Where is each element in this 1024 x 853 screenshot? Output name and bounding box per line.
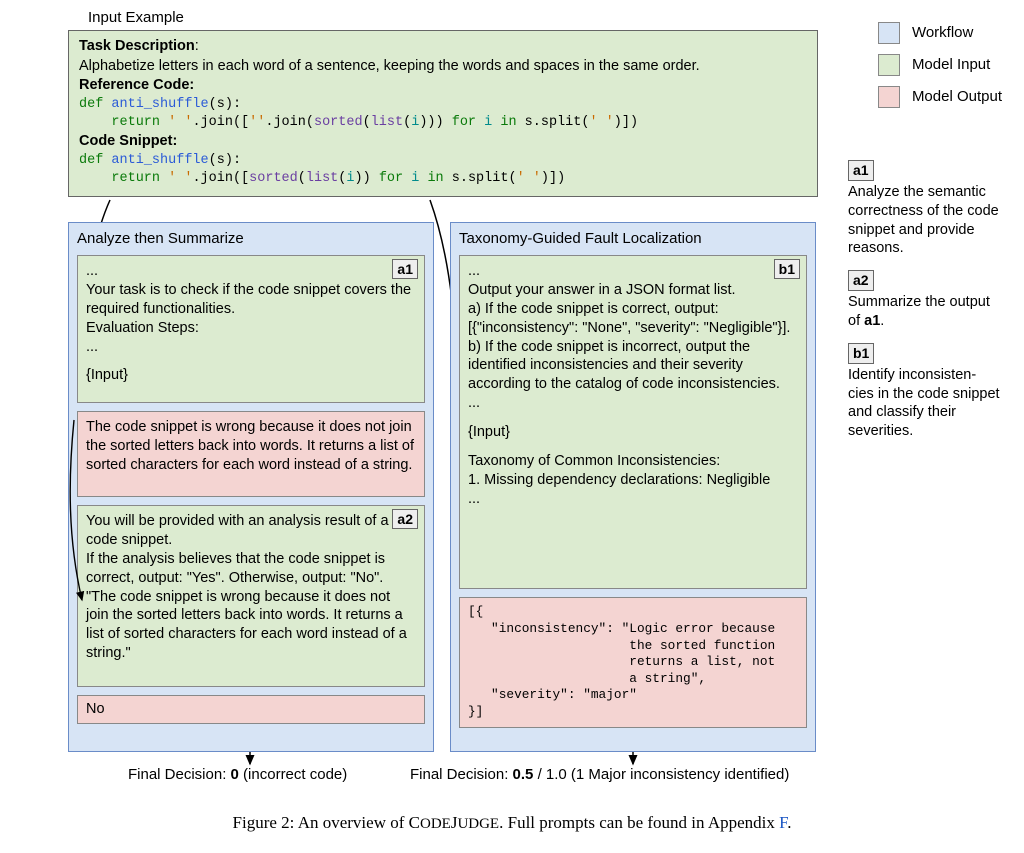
b1-line2: a) If the code snippet is correct, outpu…	[468, 300, 798, 338]
json-l1: [{	[468, 604, 798, 621]
red2-text: No	[86, 701, 105, 717]
a1-line2: Evaluation Steps:	[86, 319, 416, 338]
code-snippet-heading: Code Snippet:	[79, 132, 807, 152]
a2-line3: "The code snippet is wrong because it do…	[86, 588, 416, 663]
figure-caption: Figure 2: An overview of CODEJUDGE. Full…	[0, 812, 1024, 835]
legend-label-model-output: Model Output	[912, 87, 1002, 107]
reference-code-heading: Reference Code:	[79, 76, 807, 96]
b1-ell2: ...	[468, 394, 798, 413]
b1-box: b1 ... Output your answer in a JSON form…	[459, 255, 807, 589]
legend-row-model-output: Model Output	[878, 86, 1002, 108]
sidebar-a2-bold: a1	[864, 313, 880, 329]
caption-name2: ODE	[420, 816, 451, 832]
json-l2: "inconsistency": "Logic error because	[468, 621, 798, 638]
workflow-left-title: Analyze then Summarize	[77, 229, 425, 249]
final-right-prefix: Final Decision:	[410, 766, 513, 783]
a1-ell1: ...	[86, 262, 416, 281]
sidebar-a1-tag: a1	[848, 160, 874, 181]
final-decision-right: Final Decision: 0.5 / 1.0 (1 Major incon…	[410, 765, 789, 785]
b1-tax-head: Taxonomy of Common Inconsistencies:	[468, 452, 798, 471]
sidebar-a1-desc: Analyze the semantic correctness of the …	[848, 183, 1002, 258]
b1-ell1: ...	[468, 262, 798, 281]
workflow-taxonomy-fault: Taxonomy-Guided Fault Localization b1 ..…	[450, 222, 816, 752]
final-decision-left: Final Decision: 0 (incorrect code)	[128, 765, 347, 785]
final-left-bold: 0	[231, 766, 239, 783]
json-l3: the sorted function	[468, 638, 798, 655]
input-example-label: Input Example	[88, 8, 184, 28]
a1-tag: a1	[392, 259, 418, 279]
caption-prefix: Figure 2: An overview of	[233, 813, 409, 832]
caption-middle: . Full prompts can be found in Appendix	[499, 813, 779, 832]
json-l5: a string",	[468, 671, 798, 688]
red1-box: The code snippet is wrong because it doe…	[77, 411, 425, 497]
caption-name4: UDGE	[457, 816, 499, 832]
final-left-prefix: Final Decision:	[128, 766, 231, 783]
sidebar-a2: a2 Summarize the output of a1.	[848, 270, 1002, 331]
json-l6: "severity": "major"	[468, 687, 798, 704]
b1-line3: b) If the code snippet is incorrect, out…	[468, 338, 798, 395]
red2-box: No	[77, 695, 425, 724]
sidebar-b1: b1 Identify inconsisten- cies in the cod…	[848, 343, 1002, 441]
legend-row-model-input: Model Input	[878, 54, 1002, 76]
sidebar-b1-desc: Identify inconsisten- cies in the code s…	[848, 366, 1002, 441]
a1-box: a1 ... Your task is to check if the code…	[77, 255, 425, 403]
b1-tag: b1	[774, 259, 800, 279]
a1-input-placeholder: {Input}	[86, 366, 416, 385]
final-right-bold: 0.5	[513, 766, 534, 783]
legend-swatch-workflow	[878, 22, 900, 44]
a1-ell2: ...	[86, 338, 416, 357]
legend-swatch-model-input	[878, 54, 900, 76]
final-left-suffix: (incorrect code)	[239, 766, 347, 783]
legend: Workflow Model Input Model Output	[878, 22, 1002, 118]
sidebar-a2-desc: Summarize the output of a1.	[848, 293, 1002, 331]
task-text: Alphabetize letters in each word of a se…	[79, 57, 807, 77]
json-l7: }]	[468, 704, 798, 721]
caption-link: F	[779, 813, 787, 832]
legend-label-workflow: Workflow	[912, 23, 973, 43]
a1-line1: Your task is to check if the code snippe…	[86, 281, 416, 319]
ref-code-line1: def anti_shuffle(s):	[79, 96, 807, 114]
ref-code-line2: return ' '.join([''.join(sorted(list(i))…	[79, 114, 807, 132]
workflow-analyze-summarize: Analyze then Summarize a1 ... Your task …	[68, 222, 434, 752]
b1-ell3: ...	[468, 490, 798, 509]
a2-tag: a2	[392, 509, 418, 529]
b1-input-placeholder: {Input}	[468, 423, 798, 442]
json-l4: returns a list, not	[468, 654, 798, 671]
b1-line1: Output your answer in a JSON format list…	[468, 281, 798, 300]
a2-box: a2 You will be provided with an analysis…	[77, 505, 425, 687]
task-description-line: Task Description:	[79, 37, 807, 57]
sidebar-a2-tag: a2	[848, 270, 874, 291]
sidebar-a1: a1 Analyze the semantic correctness of t…	[848, 160, 1002, 258]
snippet-line1: def anti_shuffle(s):	[79, 152, 807, 170]
task-heading: Task Description	[79, 38, 195, 54]
caption-name1: C	[409, 813, 420, 832]
legend-swatch-model-output	[878, 86, 900, 108]
caption-end: .	[787, 813, 791, 832]
a2-line1: You will be provided with an analysis re…	[86, 512, 416, 550]
right-red-box: [{ "inconsistency": "Logic error because…	[459, 597, 807, 727]
sidebar-descriptions: a1 Analyze the semantic correctness of t…	[848, 160, 1002, 453]
figure-container: Input Example Workflow Model Input Model…	[0, 0, 1024, 853]
final-right-suffix: / 1.0 (1 Major inconsistency identified)	[533, 766, 789, 783]
input-example-box: Task Description: Alphabetize letters in…	[68, 30, 818, 197]
red1-text: The code snippet is wrong because it doe…	[86, 419, 414, 473]
sidebar-a2-post: .	[880, 313, 884, 329]
snippet-line2: return ' '.join([sorted(list(i)) for i i…	[79, 170, 807, 188]
legend-row-workflow: Workflow	[878, 22, 1002, 44]
b1-tax-item: 1. Missing dependency declarations: Negl…	[468, 471, 798, 490]
sidebar-b1-tag: b1	[848, 343, 874, 364]
a2-line2: If the analysis believes that the code s…	[86, 550, 416, 588]
legend-label-model-input: Model Input	[912, 55, 990, 75]
workflow-right-title: Taxonomy-Guided Fault Localization	[459, 229, 807, 249]
